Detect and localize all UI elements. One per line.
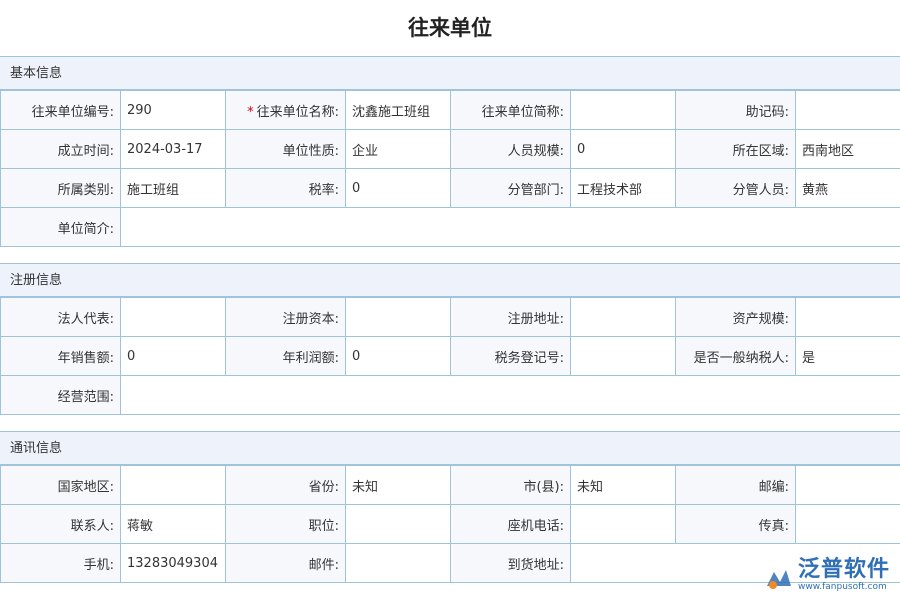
field-label: 资产规模: [676, 298, 796, 337]
field-label: 助记码: [676, 91, 796, 130]
section-register-header: 注册信息 [0, 263, 900, 297]
general-taxpayer-field[interactable]: 是 [796, 337, 900, 376]
field-label: 所在区域: [676, 130, 796, 169]
unit-name-field[interactable]: 沈鑫施工班组 [346, 91, 451, 130]
field-label: 年利润额: [226, 337, 346, 376]
brand-watermark: 泛普软件 www.fanpusoft.com [764, 558, 890, 592]
form-row: 所属类别: 施工班组 税率: 0 分管部门: 工程技术部 分管人员: 黄燕 [1, 169, 900, 208]
form-row: 单位简介: [1, 208, 900, 247]
form-row: 成立时间: 2024-03-17 单位性质: 企业 人员规模: 0 所在区域: … [1, 130, 900, 169]
field-label: 税务登记号: [451, 337, 571, 376]
brand-name: 泛普软件 [798, 558, 890, 582]
province-field[interactable]: 未知 [346, 466, 451, 505]
field-label: 成立时间: [1, 130, 121, 169]
brand-text: 泛普软件 www.fanpusoft.com [798, 558, 890, 592]
field-label: 联系人: [1, 505, 121, 544]
brand-url: www.fanpusoft.com [798, 582, 887, 592]
tax-rate-field[interactable]: 0 [346, 169, 451, 208]
field-label: 座机电话: [451, 505, 571, 544]
required-marker: * [247, 105, 254, 120]
region-field[interactable]: 西南地区 [796, 130, 900, 169]
field-label: 注册资本: [226, 298, 346, 337]
landline-field[interactable] [571, 505, 676, 544]
position-field[interactable] [346, 505, 451, 544]
field-label: 到货地址: [451, 544, 571, 583]
field-label: 年销售额: [1, 337, 121, 376]
city-field[interactable]: 未知 [571, 466, 676, 505]
field-label: 邮编: [676, 466, 796, 505]
asset-scale-field[interactable] [796, 298, 900, 337]
field-label: 传真: [676, 505, 796, 544]
field-label: 手机: [1, 544, 121, 583]
field-label: 邮件: [226, 544, 346, 583]
field-label: 国家地区: [1, 466, 121, 505]
field-label: 法人代表: [1, 298, 121, 337]
unit-shortname-field[interactable] [571, 91, 676, 130]
form-row: 联系人: 蒋敏 职位: 座机电话: 传真: [1, 505, 900, 544]
field-label: 省份: [226, 466, 346, 505]
field-label: 注册地址: [451, 298, 571, 337]
annual-sales-field[interactable]: 0 [121, 337, 226, 376]
basic-info-table: 往来单位编号: 290 *往来单位名称: 沈鑫施工班组 往来单位简称: 助记码:… [0, 90, 900, 247]
business-scope-field[interactable] [121, 376, 900, 415]
field-label: 分管部门: [451, 169, 571, 208]
unit-intro-field[interactable] [121, 208, 900, 247]
unit-nature-field[interactable]: 企业 [346, 130, 451, 169]
form-row: 往来单位编号: 290 *往来单位名称: 沈鑫施工班组 往来单位简称: 助记码: [1, 91, 900, 130]
annual-profit-field[interactable]: 0 [346, 337, 451, 376]
register-info-table: 法人代表: 注册资本: 注册地址: 资产规模: 年销售额: 0 年利润额: 0 … [0, 297, 900, 415]
unit-code-field[interactable]: 290 [121, 91, 226, 130]
fax-field[interactable] [796, 505, 900, 544]
department-field[interactable]: 工程技术部 [571, 169, 676, 208]
section-contact-header: 通讯信息 [0, 431, 900, 465]
registered-capital-field[interactable] [346, 298, 451, 337]
postcode-field[interactable] [796, 466, 900, 505]
country-field[interactable] [121, 466, 226, 505]
contact-person-field[interactable]: 蒋敏 [121, 505, 226, 544]
section-basic-header: 基本信息 [0, 56, 900, 90]
fanpu-logo-icon [764, 566, 794, 592]
category-field[interactable]: 施工班组 [121, 169, 226, 208]
field-label: 分管人员: [676, 169, 796, 208]
field-label: 是否一般纳税人: [676, 337, 796, 376]
form-row: 经营范围: [1, 376, 900, 415]
field-label: 税率: [226, 169, 346, 208]
form-row: 年销售额: 0 年利润额: 0 税务登记号: 是否一般纳税人: 是 [1, 337, 900, 376]
mnemonic-field[interactable] [796, 91, 900, 130]
form-row: 法人代表: 注册资本: 注册地址: 资产规模: [1, 298, 900, 337]
field-label: 单位简介: [1, 208, 121, 247]
field-label: 人员规模: [451, 130, 571, 169]
page-title: 往来单位 [0, 0, 900, 56]
registered-address-field[interactable] [571, 298, 676, 337]
field-label: 经营范围: [1, 376, 121, 415]
form-row: 国家地区: 省份: 未知 市(县): 未知 邮编: [1, 466, 900, 505]
field-label: 往来单位编号: [1, 91, 121, 130]
field-label: *往来单位名称: [226, 91, 346, 130]
field-label: 市(县): [451, 466, 571, 505]
legal-rep-field[interactable] [121, 298, 226, 337]
field-label: 职位: [226, 505, 346, 544]
field-label: 单位性质: [226, 130, 346, 169]
mobile-field[interactable]: 13283049304 [121, 544, 226, 583]
manager-field[interactable]: 黄燕 [796, 169, 900, 208]
founded-date-field[interactable]: 2024-03-17 [121, 130, 226, 169]
email-field[interactable] [346, 544, 451, 583]
tax-registration-field[interactable] [571, 337, 676, 376]
staff-size-field[interactable]: 0 [571, 130, 676, 169]
field-label: 所属类别: [1, 169, 121, 208]
field-label: 往来单位简称: [451, 91, 571, 130]
